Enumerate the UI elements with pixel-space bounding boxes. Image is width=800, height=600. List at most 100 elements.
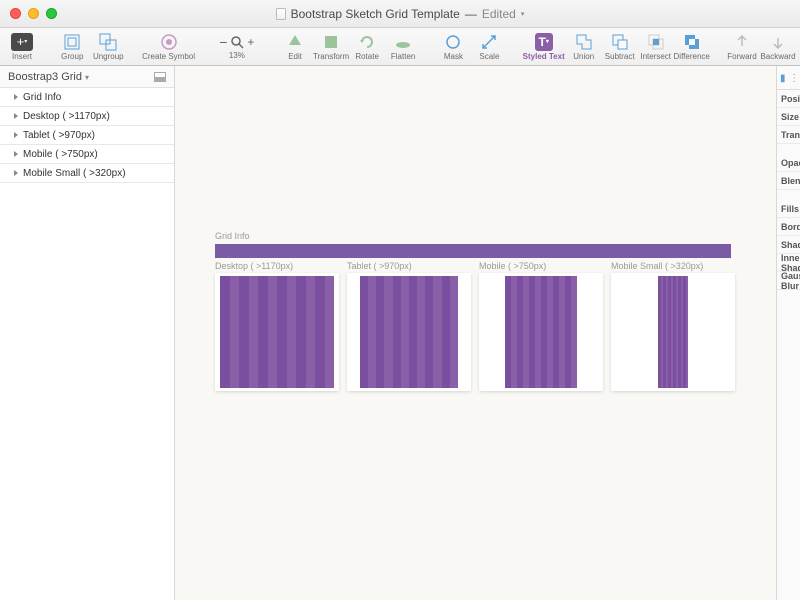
union-icon [575, 33, 593, 51]
artboard-mobile-small[interactable] [611, 273, 735, 391]
insert-button[interactable]: +▾ Insert [6, 29, 38, 65]
backward-icon [769, 33, 787, 51]
group-icon [63, 33, 81, 51]
ungroup-button[interactable]: Ungroup [92, 29, 124, 65]
inspector-borders[interactable]: Borders [777, 218, 800, 236]
window-title[interactable]: Bootstrap Sketch Grid Template — Edited … [276, 7, 525, 21]
edit-button[interactable]: Edit [279, 29, 311, 65]
forward-icon [733, 33, 751, 51]
union-label: Union [573, 52, 594, 61]
backward-label: Backward [760, 52, 795, 61]
page-name: Boostrap3 Grid [8, 71, 82, 83]
styled-text-button[interactable]: T▾Styled Text [524, 29, 564, 65]
layer-item[interactable]: Mobile Small ( >320px) [0, 164, 174, 183]
scale-icon [480, 33, 498, 51]
difference-label: Difference [674, 52, 710, 61]
titlebar: Bootstrap Sketch Grid Template — Edited … [0, 0, 800, 28]
edit-icon [286, 33, 304, 51]
zoom-label: 13% [229, 51, 245, 60]
rotate-icon [358, 33, 376, 51]
plus-icon: +▾ [11, 33, 33, 51]
inspector-panel: ▮ ⋮ Position Size Transform Opacity Blen… [776, 66, 800, 600]
inspector-tabs: ▮ ⋮ [777, 68, 800, 90]
artboard-label[interactable]: Desktop ( >1170px) [215, 261, 339, 271]
artboard-label[interactable]: Mobile ( >750px) [479, 261, 603, 271]
layer-item[interactable]: Tablet ( >970px) [0, 126, 174, 145]
backward-button[interactable]: Backward [762, 29, 794, 65]
layer-item[interactable]: Mobile ( >750px) [0, 145, 174, 164]
mask-label: Mask [444, 52, 463, 61]
artboard-label[interactable]: Mobile Small ( >320px) [611, 261, 735, 271]
difference-icon [683, 33, 701, 51]
zoom-in-icon[interactable]: + [247, 35, 254, 49]
forward-label: Forward [727, 52, 756, 61]
page-selector[interactable]: Boostrap3 Grid ▾ [0, 66, 174, 88]
close-window[interactable] [10, 8, 21, 19]
inspector-gaussian[interactable]: Gaussian Blur [777, 272, 800, 290]
create-symbol-button[interactable]: Create Symbol [143, 29, 195, 65]
zoom-group: − + [219, 34, 254, 50]
artboards-container: Grid Info Desktop ( >1170px) Tablet ( >9… [215, 231, 735, 391]
artboard-label-info[interactable]: Grid Info [215, 231, 735, 241]
flatten-button[interactable]: Flatten [387, 29, 419, 65]
union-button[interactable]: Union [568, 29, 600, 65]
ungroup-label: Ungroup [93, 52, 124, 61]
difference-button[interactable]: Difference [676, 29, 708, 65]
styled-label: Styled Text [523, 52, 565, 61]
layer-label: Desktop ( >1170px) [23, 111, 110, 122]
minimize-window[interactable] [28, 8, 39, 19]
flatten-icon [394, 33, 412, 51]
ungroup-icon [99, 33, 117, 51]
inspector-tab-align[interactable]: ▮ [777, 68, 789, 88]
layers-panel: Boostrap3 Grid ▾ Grid Info Desktop ( >11… [0, 66, 175, 600]
inspector-opacity: Opacity [777, 154, 800, 172]
mask-icon [444, 33, 462, 51]
artboard-tablet[interactable] [347, 273, 471, 391]
transform-button[interactable]: Transform [315, 29, 347, 65]
mask-button[interactable]: Mask [437, 29, 469, 65]
document-icon [276, 8, 286, 20]
traffic-lights [10, 8, 57, 19]
scale-button[interactable]: Scale [473, 29, 505, 65]
title-sep: — [465, 7, 477, 21]
artboard-label[interactable]: Tablet ( >970px) [347, 261, 471, 271]
forward-button[interactable]: Forward [726, 29, 758, 65]
intersect-button[interactable]: Intersect [640, 29, 672, 65]
scale-label: Scale [479, 52, 499, 61]
layer-item[interactable]: Desktop ( >1170px) [0, 107, 174, 126]
layer-item[interactable]: Grid Info [0, 88, 174, 107]
group-button[interactable]: Group [56, 29, 88, 65]
layer-label: Mobile Small ( >320px) [23, 168, 126, 179]
group-label: Group [61, 52, 83, 61]
inspector-shadows[interactable]: Shadows [777, 236, 800, 254]
canvas[interactable]: Grid Info Desktop ( >1170px) Tablet ( >9… [175, 66, 776, 600]
artboard-mobile[interactable] [479, 273, 603, 391]
zoom-controls[interactable]: − + 13% [213, 29, 261, 65]
toolbar: +▾ Insert Group Ungroup Create Symbol − … [0, 28, 800, 66]
artboard-grid-info[interactable] [215, 244, 731, 258]
create-symbol-label: Create Symbol [142, 52, 195, 61]
inspector-inner[interactable]: Inner Shadows [777, 254, 800, 272]
transform-label: Transform [313, 52, 349, 61]
artboard-row [215, 273, 735, 391]
inspector-tab-other[interactable]: ⋮ [789, 68, 800, 88]
artboard-labels-row: Desktop ( >1170px) Tablet ( >970px) Mobi… [215, 261, 735, 271]
subtract-button[interactable]: Subtract [604, 29, 636, 65]
artboard-desktop[interactable] [215, 273, 339, 391]
title-text: Bootstrap Sketch Grid Template [291, 7, 460, 21]
inspector-fills[interactable]: Fills [777, 200, 800, 218]
rotate-button[interactable]: Rotate [351, 29, 383, 65]
zoom-window[interactable] [46, 8, 57, 19]
edit-label: Edit [288, 52, 302, 61]
inspector-transform: Transform [777, 126, 800, 144]
subtract-label: Subtract [605, 52, 635, 61]
zoom-out-icon[interactable]: − [219, 34, 227, 50]
layer-label: Mobile ( >750px) [23, 149, 98, 160]
text-icon: T▾ [535, 33, 553, 51]
page-grid-icon[interactable] [154, 72, 166, 82]
rotate-label: Rotate [355, 52, 379, 61]
intersect-icon [647, 33, 665, 51]
chevron-down-icon: ▾ [521, 10, 525, 18]
inspector-blending: Blending [777, 172, 800, 190]
inspector-size: Size [777, 108, 800, 126]
